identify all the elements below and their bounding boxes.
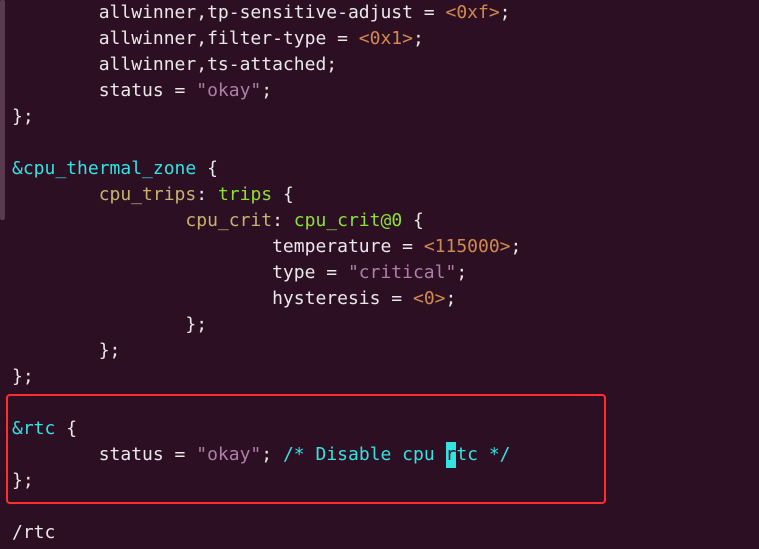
code-line: }; (0, 312, 759, 338)
code-line: status = "okay"; /* Disable cpu rtc */ (0, 442, 759, 468)
code-line: status = "okay"; (0, 78, 759, 104)
code-line: hysteresis = <0>; (0, 286, 759, 312)
code-line: cpu_trips: trips { (0, 182, 759, 208)
code-line: }; (0, 468, 759, 494)
code-line: cpu_crit: cpu_crit@0 { (0, 208, 759, 234)
code-line: }; (0, 338, 759, 364)
code-line: allwinner,filter-type = <0x1>; (0, 26, 759, 52)
text-cursor: r (446, 442, 457, 468)
code-line: }; (0, 104, 759, 130)
code-line: &cpu_thermal_zone { (0, 156, 759, 182)
code-line: type = "critical"; (0, 260, 759, 286)
code-line: &rtc { (0, 416, 759, 442)
code-line (0, 494, 759, 520)
code-line: }; (0, 364, 759, 390)
code-line: temperature = <115000>; (0, 234, 759, 260)
code-line (0, 130, 759, 156)
code-editor[interactable]: allwinner,tp-sensitive-adjust = <0xf>; a… (0, 0, 759, 549)
search-status-line: /rtc (0, 520, 759, 546)
code-line (0, 390, 759, 416)
code-line: allwinner,ts-attached; (0, 52, 759, 78)
code-line: allwinner,tp-sensitive-adjust = <0xf>; (0, 0, 759, 26)
